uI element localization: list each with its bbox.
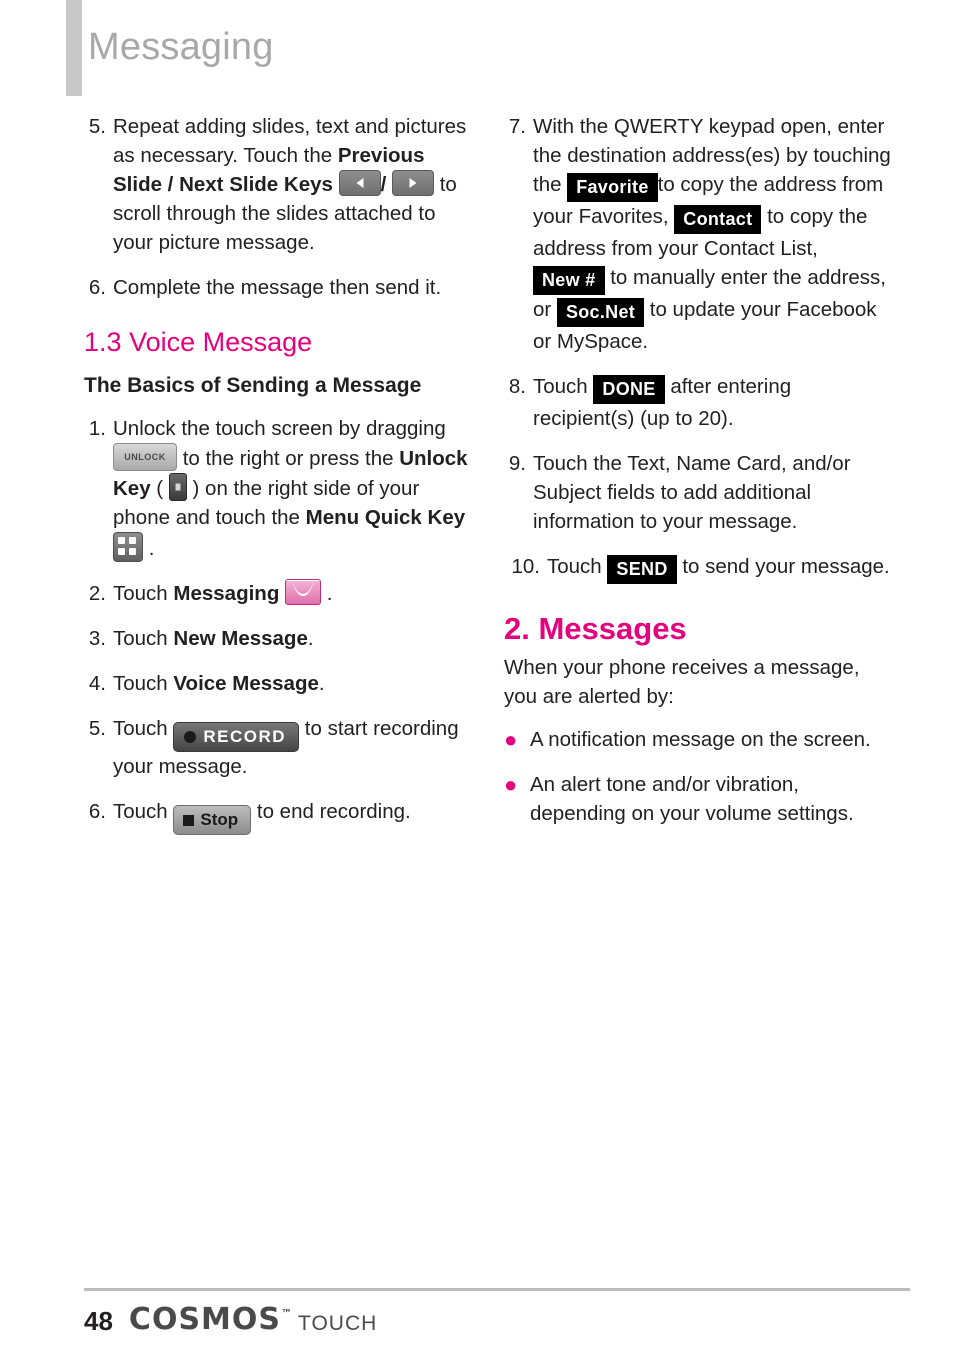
menu-quick-key-icon[interactable]	[113, 532, 143, 562]
right-column: 7. With the QWERTY keypad open, enter th…	[504, 112, 894, 844]
s1-text-2: to the right or press the	[177, 447, 400, 470]
list-number: 5.	[88, 717, 106, 740]
list-body: Unlock the touch screen by dragging UNLO…	[113, 414, 474, 563]
list-item: 4. Touch Voice Message.	[84, 669, 474, 698]
contact-button[interactable]: Contact	[674, 205, 762, 234]
footer-divider	[84, 1288, 910, 1291]
subheading-basics: The Basics of Sending a Message	[84, 374, 422, 397]
unlock-slider-label: UNLOCK	[124, 451, 166, 462]
step5-slash: /	[380, 173, 387, 196]
list-number: 3.	[88, 627, 106, 650]
list-number: 7.	[508, 115, 526, 138]
list-number: 10.	[511, 555, 541, 578]
footer: 48 COSMOS™ TOUCH	[84, 1302, 377, 1337]
step8-text-1: Touch	[533, 375, 594, 398]
soc-net-button[interactable]: Soc.Net	[556, 298, 645, 327]
list-body: Touch SEND to send your message.	[547, 552, 894, 584]
s3-bold-new-message: New Message	[173, 627, 308, 650]
s1-text-3: (	[150, 477, 169, 500]
list-item: ● An alert tone and/or vibration, depend…	[504, 770, 894, 828]
list-number: 6.	[88, 276, 106, 299]
s1-text-5: .	[143, 537, 155, 560]
section-heading-voice-message: 1.3 Voice Message	[84, 328, 474, 357]
bullet-dot-icon: ●	[504, 727, 518, 752]
s2-text-1: Touch	[113, 582, 174, 605]
step10-text-2: to send your message.	[676, 555, 890, 578]
list-item: 10. Touch SEND to send your message.	[504, 552, 894, 584]
trademark-symbol: ™	[281, 1307, 294, 1320]
previous-slide-key-icon[interactable]	[338, 170, 381, 196]
left-column: 5. Repeat adding slides, text and pictur…	[84, 112, 474, 851]
list-body: Complete the message then send it.	[113, 276, 442, 299]
brand-logo: COSMOS™	[129, 1302, 293, 1337]
page-title: Messaging	[88, 26, 274, 68]
stop-button[interactable]: Stop	[173, 805, 252, 835]
new-number-button[interactable]: New #	[533, 266, 605, 295]
list-body: Touch Stop to end recording.	[113, 797, 474, 835]
section-number: 1.3	[84, 327, 122, 357]
s2-text-2: .	[321, 582, 333, 605]
stop-button-label: Stop	[200, 810, 239, 829]
record-button[interactable]: RECORD	[173, 722, 300, 752]
header-accent-bar	[66, 0, 82, 96]
record-dot-icon	[184, 731, 197, 743]
list-item: 3. Touch New Message.	[84, 624, 474, 653]
list-item: 6. Touch Stop to end recording.	[84, 797, 474, 835]
bullet-dot-icon: ●	[504, 772, 518, 797]
list-body: Repeat adding slides, text and pictures …	[113, 112, 474, 257]
page-number: 48	[84, 1306, 113, 1336]
s4-text-1: Touch	[113, 672, 174, 695]
send-button[interactable]: SEND	[607, 555, 677, 584]
list-item: 6. Complete the message then send it.	[84, 273, 474, 302]
record-button-label: RECORD	[203, 727, 287, 746]
brand-name: COSMOS	[128, 1302, 282, 1337]
s6-text-1: Touch	[113, 800, 174, 823]
list-body: Touch Messaging .	[113, 579, 474, 608]
bullet-text: A notification message on the screen.	[530, 728, 871, 751]
list-body: Touch RECORD to start recording your mes…	[113, 714, 474, 781]
list-number: 5.	[88, 115, 106, 138]
brand-touch-label: TOUCH	[298, 1312, 378, 1335]
s3-text-2: .	[307, 627, 314, 650]
list-number: 6.	[88, 800, 106, 823]
list-body: Touch New Message.	[113, 624, 474, 653]
section-heading-messages: 2. Messages	[504, 611, 687, 646]
s1-text-1: Unlock the touch screen by dragging	[113, 417, 446, 440]
s5-text-1: Touch	[113, 717, 174, 740]
s3-text-1: Touch	[113, 627, 174, 650]
list-item: 9. Touch the Text, Name Card, and/or Sub…	[504, 449, 894, 536]
list-item: 7. With the QWERTY keypad open, enter th…	[504, 112, 894, 356]
list-item: 8. Touch DONE after entering recipient(s…	[504, 372, 894, 433]
list-number: 8.	[508, 375, 526, 398]
s4-text-2: .	[318, 672, 325, 695]
next-slide-key-icon[interactable]	[392, 170, 435, 196]
bullet-text: An alert tone and/or vibration, dependin…	[530, 773, 854, 825]
messages-intro: When your phone receives a message, you …	[504, 656, 860, 708]
s4-bold-voice-message: Voice Message	[173, 672, 319, 695]
list-number: 1.	[88, 417, 106, 440]
list-number: 9.	[508, 452, 526, 475]
list-item: 1. Unlock the touch screen by dragging U…	[84, 414, 474, 563]
list-item: 5. Repeat adding slides, text and pictur…	[84, 112, 474, 257]
stop-square-icon	[183, 815, 195, 826]
favorite-button[interactable]: Favorite	[567, 173, 658, 202]
list-item: 5. Touch RECORD to start recording your …	[84, 714, 474, 781]
list-body: Touch Voice Message.	[113, 669, 474, 698]
list-item: 2. Touch Messaging .	[84, 579, 474, 608]
done-button[interactable]: DONE	[593, 375, 665, 404]
list-item: ● A notification message on the screen.	[504, 725, 894, 754]
messaging-envelope-icon[interactable]	[285, 579, 322, 605]
s2-bold-messaging: Messaging	[173, 582, 280, 605]
list-body: With the QWERTY keypad open, enter the d…	[533, 112, 894, 356]
step10-text-1: Touch	[547, 555, 608, 578]
list-body: Touch DONE after entering recipient(s) (…	[533, 372, 894, 433]
s6-text-2: to end recording.	[251, 800, 411, 823]
list-number: 4.	[88, 672, 106, 695]
unlock-slider-icon[interactable]: UNLOCK	[113, 443, 177, 471]
s1-bold-menu-quick-key: Menu Quick Key	[305, 506, 466, 529]
list-number: 2.	[88, 582, 106, 605]
unlock-key-icon[interactable]	[168, 473, 187, 501]
section-title: Voice Message	[129, 327, 313, 357]
list-body: Touch the Text, Name Card, and/or Subjec…	[533, 452, 851, 533]
